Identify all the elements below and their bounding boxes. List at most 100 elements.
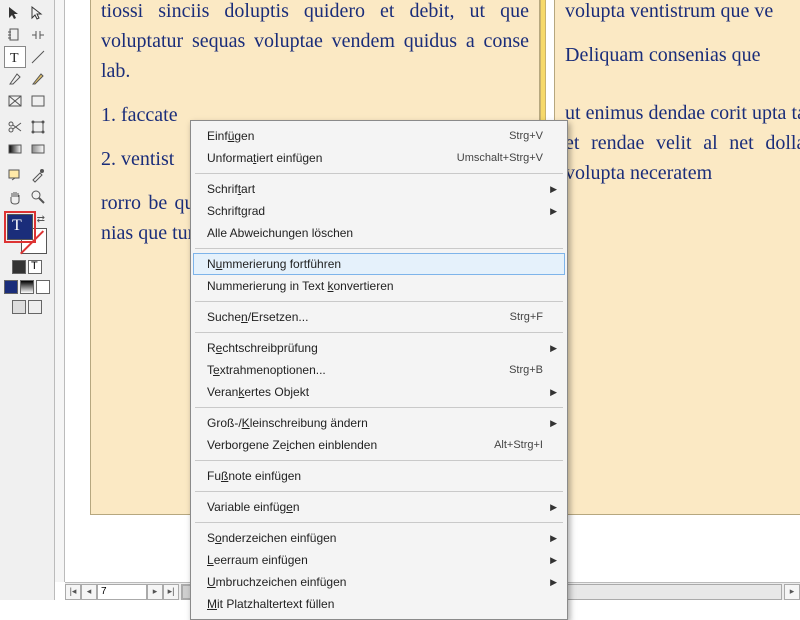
menu-separator	[195, 491, 563, 492]
submenu-arrow-icon: ▶	[550, 577, 557, 588]
menu-item-label: Umbruchzeichen einfügen	[207, 575, 543, 589]
menu-item-label: Nummerierung in Text konvertieren	[207, 279, 543, 293]
menu-item-shortcut: Strg+V	[509, 130, 543, 142]
prev-page-button[interactable]: ◂	[81, 584, 97, 600]
menu-item[interactable]: Umbruchzeichen einfügen ▶	[193, 571, 565, 593]
zoom-tool[interactable]	[27, 186, 49, 208]
screen-mode-row	[0, 300, 54, 314]
note-tool[interactable]	[4, 164, 26, 186]
next-page-button[interactable]: ▸	[147, 584, 163, 600]
menu-item-label: Variable einfügen	[207, 500, 543, 514]
submenu-arrow-icon: ▶	[550, 502, 557, 513]
menu-separator	[195, 248, 563, 249]
submenu-arrow-icon: ▶	[550, 555, 557, 566]
menu-item[interactable]: Schriftgrad ▶	[193, 200, 565, 222]
menu-item-label: Leerraum einfügen	[207, 553, 543, 567]
color-mode-row	[0, 280, 54, 294]
rectangle-frame-tool[interactable]	[4, 90, 26, 112]
apply-text-icon[interactable]: T	[28, 260, 42, 274]
free-transform-tool[interactable]	[27, 116, 49, 138]
gradient-swatch-tool[interactable]	[4, 138, 26, 160]
swap-colors-icon[interactable]: ⇄	[37, 214, 45, 225]
right-page[interactable]: volupta ventistrum que ve Deliquam conse…	[554, 0, 800, 515]
menu-item[interactable]: Mit Platzhaltertext füllen	[193, 593, 565, 615]
gradient-feather-tool[interactable]	[27, 138, 49, 160]
menu-separator	[195, 332, 563, 333]
menu-item-label: Alle Abweichungen löschen	[207, 226, 543, 240]
pencil-tool[interactable]	[27, 68, 49, 90]
apply-gradient-icon[interactable]	[20, 280, 34, 294]
menu-item-label: Nummerierung fortführen	[207, 257, 543, 271]
menu-item-label: Verankertes Objekt	[207, 385, 543, 399]
submenu-arrow-icon: ▶	[550, 343, 557, 354]
menu-item-label: Schriftgrad	[207, 204, 543, 218]
body-text[interactable]: tiossi sinciis doluptis quidero et debit…	[101, 0, 529, 86]
body-text[interactable]: ut enimus dendae corit upta tatium qui a…	[565, 98, 800, 188]
menu-item[interactable]: Textrahmenoptionen...Strg+B	[193, 359, 565, 381]
menu-separator	[195, 301, 563, 302]
menu-item[interactable]: Variable einfügen ▶	[193, 496, 565, 518]
list-number: 1.	[101, 100, 121, 130]
vertical-ruler	[55, 0, 65, 582]
first-page-button[interactable]: |◂	[65, 584, 81, 600]
list-number: 2.	[101, 144, 121, 174]
submenu-arrow-icon: ▶	[550, 184, 557, 195]
last-page-button[interactable]: ▸|	[163, 584, 179, 600]
menu-item[interactable]: Verborgene Zeichen einblendenAlt+Strg+I	[193, 434, 565, 456]
menu-item-label: Fußnote einfügen	[207, 469, 543, 483]
hand-tool[interactable]	[4, 186, 26, 208]
menu-item[interactable]: Alle Abweichungen löschen	[193, 222, 565, 244]
menu-item[interactable]: Nummerierung in Text konvertieren	[193, 275, 565, 297]
normal-view-icon[interactable]	[12, 300, 26, 314]
scissors-tool[interactable]	[4, 116, 26, 138]
menu-item-label: Schriftart	[207, 182, 543, 196]
menu-item-label: Unformatiert einfügen	[207, 151, 457, 165]
list-text[interactable]: faccate	[121, 104, 178, 126]
menu-item-label: Sonderzeichen einfügen	[207, 531, 543, 545]
menu-item[interactable]: Nummerierung fortführen	[193, 253, 565, 275]
menu-item-label: Mit Platzhaltertext füllen	[207, 597, 543, 611]
context-menu[interactable]: EinfügenStrg+VUnformatiert einfügenUmsch…	[190, 120, 568, 620]
body-text[interactable]: Deliquam consenias que	[565, 40, 800, 70]
menu-item[interactable]: Verankertes Objekt ▶	[193, 381, 565, 403]
hscroll-right-button[interactable]: ▸	[784, 584, 800, 600]
svg-text:T: T	[10, 51, 19, 65]
rectangle-tool[interactable]	[27, 90, 49, 112]
selection-tool[interactable]	[4, 2, 26, 24]
direct-selection-tool[interactable]	[27, 2, 49, 24]
toolbox: T T ⇄ T	[0, 0, 55, 600]
gap-tool[interactable]	[27, 24, 49, 46]
eyedropper-tool[interactable]	[27, 164, 49, 186]
submenu-arrow-icon: ▶	[550, 206, 557, 217]
menu-separator	[195, 407, 563, 408]
submenu-arrow-icon: ▶	[550, 387, 557, 398]
menu-item[interactable]: EinfügenStrg+V	[193, 125, 565, 147]
menu-item[interactable]: Leerraum einfügen ▶	[193, 549, 565, 571]
list-text[interactable]: ventist	[121, 148, 174, 170]
menu-item-label: Groß-/Kleinschreibung ändern	[207, 416, 543, 430]
format-affects: T	[0, 260, 54, 274]
menu-item[interactable]: Unformatiert einfügenUmschalt+Strg+V	[193, 147, 565, 169]
body-text[interactable]: volupta ventistrum que ve	[565, 0, 800, 26]
menu-item-label: Textrahmenoptionen...	[207, 363, 509, 377]
fill-swatch[interactable]: T	[7, 214, 33, 240]
menu-item[interactable]: Sonderzeichen einfügen ▶	[193, 527, 565, 549]
preview-view-icon[interactable]	[28, 300, 42, 314]
menu-item[interactable]: Suchen/Ersetzen...Strg+F	[193, 306, 565, 328]
apply-none-icon[interactable]	[36, 280, 50, 294]
pen-tool[interactable]	[4, 68, 26, 90]
apply-container-icon[interactable]	[12, 260, 26, 274]
menu-item[interactable]: Fußnote einfügen	[193, 465, 565, 487]
submenu-arrow-icon: ▶	[550, 533, 557, 544]
color-swatches[interactable]: T ⇄	[7, 214, 47, 254]
page-tool[interactable]	[4, 24, 26, 46]
line-tool[interactable]	[27, 46, 49, 68]
page-number-field[interactable]: 7	[97, 584, 147, 600]
menu-item-label: Verborgene Zeichen einblenden	[207, 438, 494, 452]
type-tool[interactable]: T	[4, 46, 26, 68]
menu-item[interactable]: Rechtschreibprüfung▶	[193, 337, 565, 359]
menu-separator	[195, 460, 563, 461]
menu-item[interactable]: Schriftart ▶	[193, 178, 565, 200]
menu-item[interactable]: Groß-/Kleinschreibung ändern▶	[193, 412, 565, 434]
apply-color-icon[interactable]	[4, 280, 18, 294]
